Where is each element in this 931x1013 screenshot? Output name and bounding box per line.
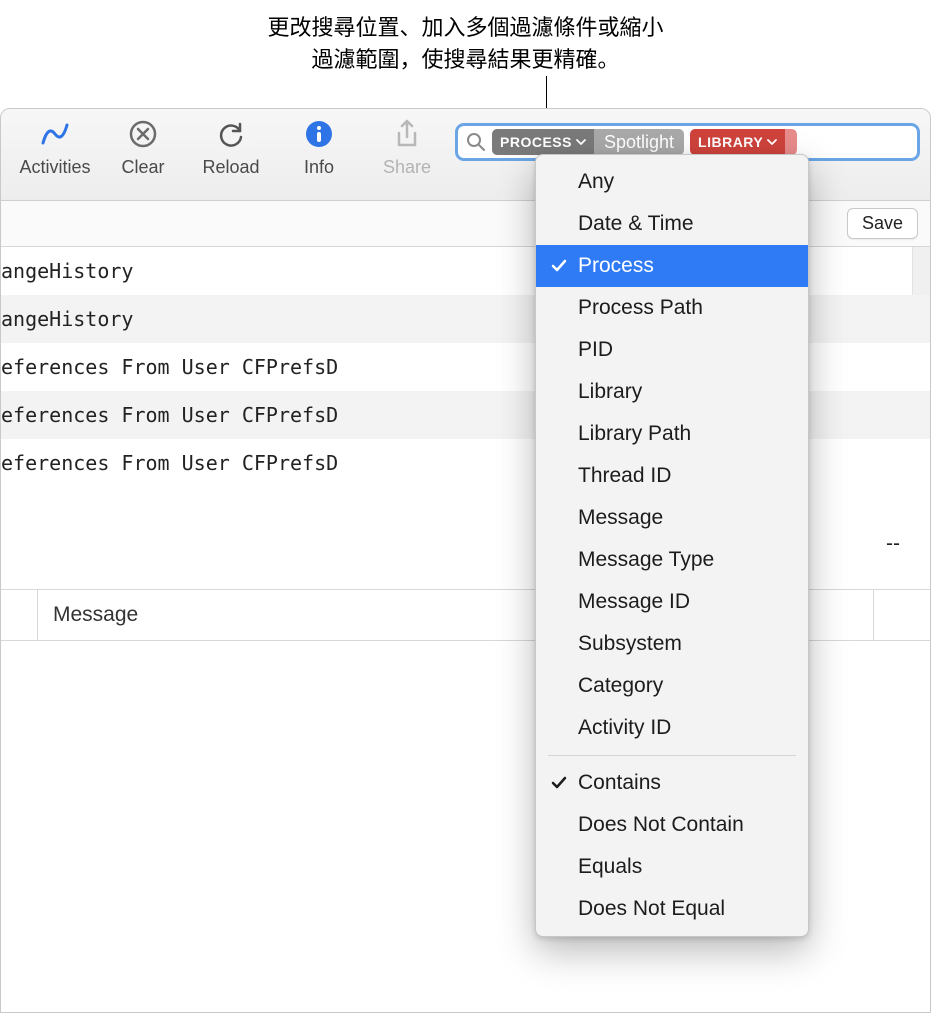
activities-button[interactable]: Activities: [11, 117, 99, 178]
filter-token-library-tag-text: LIBRARY: [698, 134, 763, 150]
filter-type-dropdown: Any Date & Time Process Process Path PID Libr…: [535, 154, 809, 937]
dropdown-item-equals[interactable]: Equals: [536, 846, 808, 888]
dropdown-item-label: PID: [578, 338, 613, 362]
dropdown-item-message[interactable]: Message: [536, 497, 808, 539]
dropdown-item-label: Message ID: [578, 590, 690, 614]
dropdown-item-label: Equals: [578, 855, 642, 879]
filter-token-process-value: Spotlight: [594, 129, 684, 155]
dropdown-item-label: Process Path: [578, 296, 703, 320]
info-icon: [302, 117, 336, 151]
dropdown-item-label: Activity ID: [578, 716, 671, 740]
clear-label: Clear: [121, 157, 164, 178]
clear-button[interactable]: Clear: [99, 117, 187, 178]
dropdown-item-library-path[interactable]: Library Path: [536, 413, 808, 455]
detail-message-header[interactable]: Message: [53, 603, 138, 627]
share-button: Share: [363, 117, 451, 178]
chevron-down-icon: [576, 137, 586, 147]
dropdown-item-label: Any: [578, 170, 614, 194]
dropdown-item-any[interactable]: Any: [536, 161, 808, 203]
share-icon: [390, 117, 424, 151]
dropdown-item-label: Subsystem: [578, 632, 682, 656]
vertical-scrollbar[interactable]: [912, 247, 930, 295]
dropdown-item-label: Does Not Equal: [578, 897, 725, 921]
dropdown-item-message-id[interactable]: Message ID: [536, 581, 808, 623]
dropdown-separator: [548, 755, 796, 756]
dropdown-item-label: Message: [578, 506, 663, 530]
dropdown-item-process[interactable]: Process: [536, 245, 808, 287]
callout-line-2: 過濾範圍，使搜尋結果更精確。: [311, 47, 619, 72]
save-button[interactable]: Save: [847, 208, 918, 239]
filter-token-process[interactable]: PROCESS Spotlight: [492, 129, 684, 155]
checkmark-icon: [550, 774, 568, 792]
dropdown-item-library[interactable]: Library: [536, 371, 808, 413]
dropdown-item-label: Category: [578, 674, 663, 698]
info-button[interactable]: Info: [275, 117, 363, 178]
dropdown-item-message-type[interactable]: Message Type: [536, 539, 808, 581]
dropdown-item-contains[interactable]: Contains: [536, 762, 808, 804]
clear-icon: [126, 117, 160, 151]
search-icon: [466, 132, 486, 152]
dropdown-item-does-not-contain[interactable]: Does Not Contain: [536, 804, 808, 846]
dropdown-item-process-path[interactable]: Process Path: [536, 287, 808, 329]
dropdown-item-category[interactable]: Category: [536, 665, 808, 707]
dropdown-item-label: Process: [578, 254, 654, 278]
dropdown-item-date-time[interactable]: Date & Time: [536, 203, 808, 245]
activities-label: Activities: [19, 157, 90, 178]
dropdown-item-pid[interactable]: PID: [536, 329, 808, 371]
reload-button[interactable]: Reload: [187, 117, 275, 178]
dropdown-item-does-not-equal[interactable]: Does Not Equal: [536, 888, 808, 930]
dropdown-item-label: Library: [578, 380, 642, 404]
filter-token-library-tag[interactable]: LIBRARY: [690, 129, 785, 155]
dropdown-item-label: Date & Time: [578, 212, 694, 236]
chevron-down-icon: [767, 137, 777, 147]
dropdown-item-label: Thread ID: [578, 464, 671, 488]
filter-token-process-tag[interactable]: PROCESS: [492, 129, 594, 155]
filter-token-process-tag-text: PROCESS: [500, 134, 572, 150]
dropdown-item-label: Contains: [578, 771, 661, 795]
dropdown-item-label: Message Type: [578, 548, 714, 572]
dropdown-item-thread-id[interactable]: Thread ID: [536, 455, 808, 497]
reload-icon: [214, 117, 248, 151]
callout-annotation: 更改搜尋位置、加入多個過濾條件或縮小 過濾範圍，使搜尋結果更精確。: [0, 12, 931, 76]
dropdown-item-subsystem[interactable]: Subsystem: [536, 623, 808, 665]
dropdown-item-activity-id[interactable]: Activity ID: [536, 707, 808, 749]
callout-line-1: 更改搜尋位置、加入多個過濾條件或縮小: [267, 15, 663, 40]
filter-token-library-value-strip: [785, 129, 797, 155]
checkmark-icon: [550, 257, 568, 275]
info-label: Info: [304, 157, 334, 178]
dropdown-item-label: Does Not Contain: [578, 813, 744, 837]
share-label: Share: [383, 157, 431, 178]
activities-icon: [38, 117, 72, 151]
column-separator[interactable]: [873, 590, 874, 640]
placeholder-dashes: --: [886, 532, 900, 556]
dropdown-item-label: Library Path: [578, 422, 691, 446]
column-separator[interactable]: [37, 590, 38, 640]
reload-label: Reload: [202, 157, 259, 178]
filter-token-library[interactable]: LIBRARY: [690, 129, 797, 155]
